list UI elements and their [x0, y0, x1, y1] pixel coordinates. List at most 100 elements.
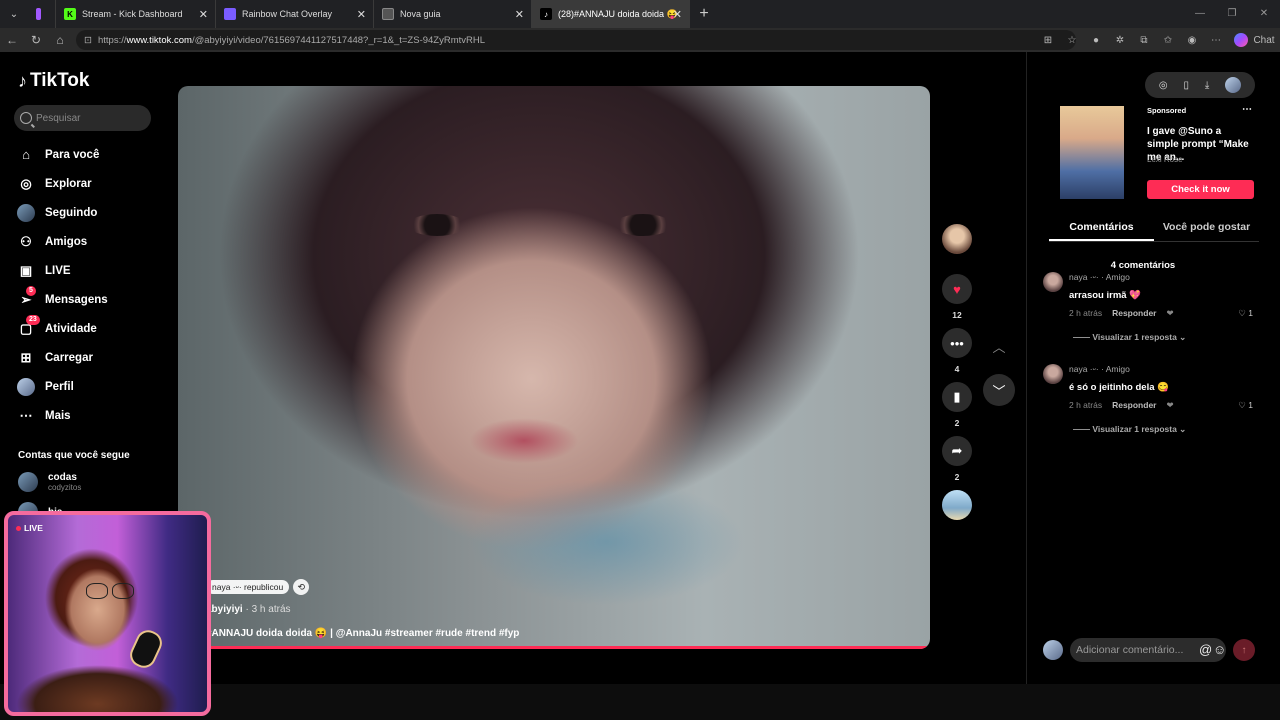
save-button[interactable]: ▮ 2	[942, 382, 972, 436]
comment-count: 4	[954, 364, 960, 374]
new-tab-button[interactable]: +	[690, 5, 718, 23]
ad-more-icon[interactable]: ⋯	[1242, 104, 1252, 115]
comment-time: 2 h atrás	[1069, 400, 1103, 410]
avatar[interactable]	[1043, 364, 1063, 384]
page-icon	[382, 8, 394, 20]
live-indicator: LIVE	[16, 523, 43, 533]
maximize-icon[interactable]: ❐	[1216, 0, 1248, 28]
activity-badge: 23	[26, 315, 40, 325]
copilot-chat-button[interactable]: Chat	[1234, 33, 1276, 47]
video-player[interactable]: naya ·ᵕ· republicou ⟲ abyiyiyi · 3 h atr…	[178, 86, 930, 649]
browser-tab-0[interactable]	[28, 0, 56, 28]
nav-item-mais[interactable]: ⋯ Mais	[16, 401, 166, 430]
nav-item-amigos[interactable]: ⚇ Amigos	[16, 227, 166, 256]
previous-video-button[interactable]: ︿	[983, 330, 1015, 362]
nav-item-atividade[interactable]: ▢ 23 Atividade	[16, 314, 166, 343]
nav-item-explorar[interactable]: ◎ Explorar	[16, 169, 166, 198]
comment-like-button[interactable]: ♡ 1	[1238, 308, 1253, 319]
close-tab-icon[interactable]: ✕	[673, 8, 682, 21]
tiktok-logo[interactable]: ♪ TikTok	[18, 70, 89, 92]
comment-button[interactable]: ••• 4	[942, 328, 972, 382]
nav-label: Mais	[45, 409, 71, 422]
share-button[interactable]: ➦ 2	[942, 436, 972, 490]
device-icon[interactable]: ▯	[1183, 80, 1189, 91]
like-button[interactable]: ♥ 12	[942, 274, 972, 328]
browser-tab-rainbow[interactable]: Rainbow Chat Overlay ✕	[216, 0, 374, 28]
tab-label: Nova guia	[400, 9, 441, 19]
reply-button[interactable]: Responder	[1112, 400, 1156, 411]
nav-item-seguindo[interactable]: Seguindo	[16, 198, 166, 227]
top-action-pill: ◎ ▯ ⤓	[1145, 72, 1255, 98]
profile-avatar-icon[interactable]	[1225, 77, 1242, 93]
reload-icon[interactable]: ↻	[24, 33, 48, 47]
browser-tab-new[interactable]: Nova guia ✕	[374, 0, 532, 28]
nav-label: Explorar	[45, 177, 92, 190]
back-icon[interactable]: ←	[0, 33, 24, 47]
url-field[interactable]: ⊡ https:// www.tiktok.com /@abyiyiyi/vid…	[76, 30, 1076, 50]
live-label: LIVE	[24, 523, 43, 533]
nav-item-perfil[interactable]: Perfil	[16, 372, 166, 401]
coins-icon[interactable]: ◎	[1159, 80, 1168, 91]
comment-like-button[interactable]: ♡ 1	[1238, 400, 1253, 411]
comment-like-count: 1	[1248, 308, 1253, 318]
search-input[interactable]: Pesquisar	[14, 105, 151, 131]
tab-list-dropdown[interactable]: ⌄	[0, 0, 28, 28]
tab-label: Rainbow Chat Overlay	[242, 9, 333, 19]
url-path: /@abyiyiyi/video/7615697441127517448?_r=…	[191, 34, 486, 46]
kick-icon: K	[64, 8, 76, 20]
tiktok-icon: ♪	[540, 8, 552, 20]
minimize-icon[interactable]: —	[1184, 0, 1216, 28]
tab-comments[interactable]: Comentários	[1049, 221, 1154, 241]
view-replies-button[interactable]: —— Visualizar 1 resposta ⌄	[1073, 424, 1186, 435]
emoji-icon[interactable]: ☺	[1213, 642, 1226, 657]
sound-disc-button[interactable]	[942, 490, 972, 520]
app-install-icon[interactable]: ⊞	[1036, 35, 1060, 46]
ad-thumbnail[interactable]	[1060, 106, 1124, 199]
close-tab-icon[interactable]: ✕	[357, 8, 366, 21]
home-icon: ⌂	[22, 147, 30, 162]
split-screen-icon[interactable]: ⧉	[1132, 35, 1156, 46]
browser-tab-kick[interactable]: K Stream - Kick Dashboard ✕	[56, 0, 216, 28]
site-info-icon[interactable]: ⊡	[84, 35, 92, 46]
followed-account-item[interactable]: codas codyzitos	[18, 472, 81, 492]
ad-cta-button[interactable]: Check it now	[1147, 180, 1254, 199]
video-author[interactable]: abyiyiyi · 3 h atrás	[206, 604, 291, 615]
more-icon: ⋯	[19, 407, 33, 423]
view-replies-button[interactable]: —— Visualizar 1 resposta ⌄	[1073, 332, 1186, 343]
tab-favicon-icon	[36, 8, 41, 20]
tab-you-may-like[interactable]: Você pode gostar	[1154, 221, 1259, 241]
nav-item-mensagens[interactable]: ➢ 5 Mensagens	[16, 285, 166, 314]
nav-item-carregar[interactable]: ⊞ Carregar	[16, 343, 166, 372]
home-icon[interactable]: ⌂	[48, 33, 72, 47]
send-comment-button[interactable]: ↑	[1233, 639, 1255, 661]
messages-badge: 5	[26, 286, 36, 296]
browser-tab-tiktok[interactable]: ♪ (28)#ANNAJU doida doida 😝 | @ ✕	[532, 0, 690, 28]
comment-user[interactable]: naya ·ᵕ· · Amigo	[1069, 272, 1130, 282]
video-progress-bar[interactable]	[178, 646, 930, 649]
next-video-button[interactable]: ﹀	[983, 374, 1015, 406]
extension-icon[interactable]: ●	[1084, 35, 1108, 46]
favorite-star-icon[interactable]: ☆	[1060, 35, 1084, 46]
mention-icon[interactable]: @	[1199, 642, 1212, 657]
save-count: 2	[954, 418, 960, 428]
nav-item-live[interactable]: ▣ LIVE	[16, 256, 166, 285]
comment-user[interactable]: naya ·ᵕ· · Amigo	[1069, 364, 1130, 374]
tab-label: Stream - Kick Dashboard	[82, 9, 183, 19]
nav-label: Atividade	[45, 322, 97, 335]
close-tab-icon[interactable]: ✕	[515, 8, 524, 21]
close-window-icon[interactable]: ✕	[1248, 0, 1280, 28]
profile-avatar-icon[interactable]: ◉	[1180, 35, 1204, 46]
nav-list: ⌂ Para você ◎ Explorar Seguindo ⚇ Amigos…	[16, 140, 166, 430]
webcam-overlay: LIVE	[4, 511, 211, 716]
favorites-icon[interactable]: ✩	[1156, 35, 1180, 46]
extensions-puzzle-icon[interactable]: ✲	[1108, 35, 1132, 46]
menu-dots-icon[interactable]: ⋯	[1204, 35, 1228, 46]
nav-item-para-voce[interactable]: ⌂ Para você	[16, 140, 166, 169]
followed-name: codas	[48, 472, 77, 483]
avatar[interactable]	[1043, 272, 1063, 292]
download-icon[interactable]: ⤓	[1205, 80, 1209, 91]
reply-button[interactable]: Responder	[1112, 308, 1156, 319]
close-tab-icon[interactable]: ✕	[199, 8, 208, 21]
view-replies-label: Visualizar 1 resposta	[1092, 424, 1177, 434]
creator-avatar-button[interactable]	[942, 224, 972, 254]
